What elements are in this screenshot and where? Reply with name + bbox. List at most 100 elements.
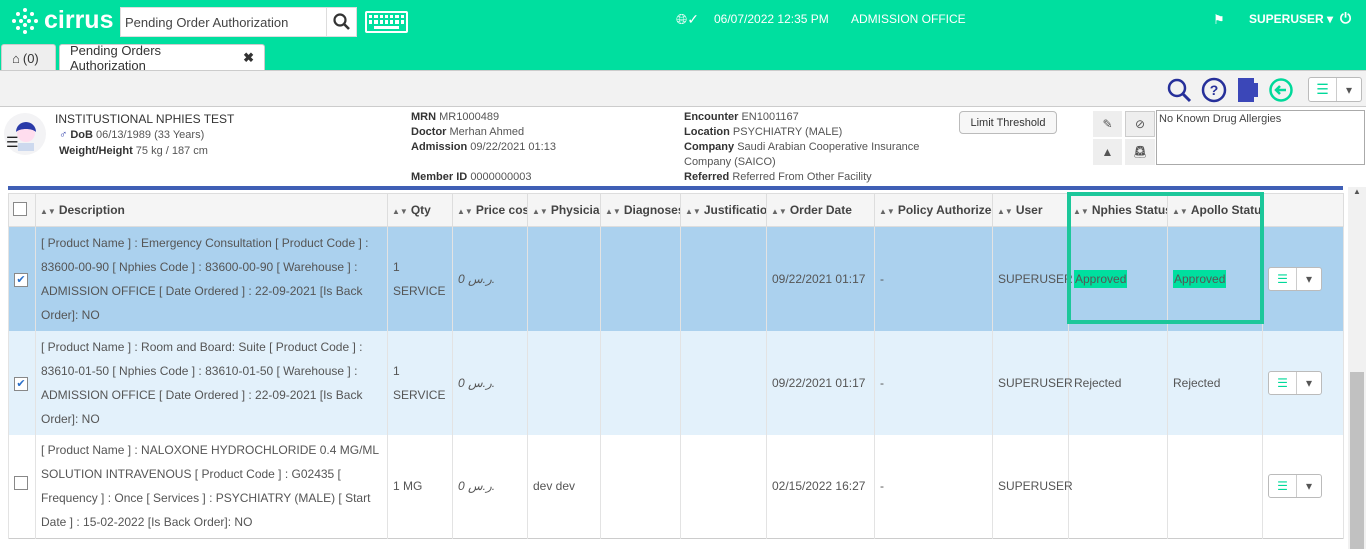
back-icon[interactable]	[1268, 77, 1294, 103]
column-label: Price cost	[475, 203, 528, 217]
admission-label: Admission	[411, 141, 468, 153]
scrollbar-thumb[interactable]	[1350, 372, 1364, 549]
scrollbar[interactable]: ▲	[1348, 187, 1366, 549]
column-header-user[interactable]: ▲▼ User	[992, 193, 1069, 227]
menu-icon[interactable]: ☰	[6, 135, 19, 150]
column-header-policy-authorized[interactable]: ▲▼ Policy Authorized	[874, 193, 993, 227]
toolbar: ? ☰ ▾	[0, 70, 1366, 107]
select-all[interactable]	[8, 193, 36, 227]
mrn-value: MR1000489	[439, 111, 500, 123]
sort-icon: ▲▼	[879, 207, 895, 216]
cell-physician: dev dev	[527, 434, 601, 539]
cell-policy: -	[874, 226, 993, 331]
help-icon[interactable]: ?	[1201, 77, 1227, 103]
top-bar: cirrus 🌐︎✓ 06/07/2022 12:35 PM ADMISSION…	[0, 0, 1366, 40]
warning-icon[interactable]: ▲	[1093, 139, 1122, 165]
patient-banner: ☰ INSTITUSTIONAL NPHIES TEST ♂ DoB 06/13…	[0, 107, 1366, 187]
cell-nphies	[1068, 434, 1168, 539]
column-label: Policy Authorized	[897, 203, 993, 217]
list-menu-button[interactable]: ☰ ▾	[1308, 77, 1362, 102]
cell-price: 0 ر.س.	[452, 434, 528, 539]
cell-order-date: 02/15/2022 16:27	[766, 434, 875, 539]
location-label: Location	[684, 126, 730, 138]
flag-icon[interactable]: ⚑	[1213, 12, 1225, 28]
tab-home-label: (0)	[22, 50, 39, 66]
list-icon: ☰	[1269, 475, 1297, 498]
cell-description: [ Product Name ] : Room and Board: Suite…	[35, 330, 388, 435]
tab-bar: ⌂ (0) Pending Orders Authorization ✖	[0, 40, 1366, 73]
allergies-box: No Known Drug Allergies	[1156, 110, 1365, 165]
column-header-description[interactable]: ▲▼ Description	[35, 193, 388, 227]
select-all-checkbox[interactable]	[13, 201, 27, 216]
cell-user: SUPERUSER	[992, 226, 1073, 331]
cell-user: SUPERUSER	[992, 330, 1073, 435]
close-icon[interactable]: ✖	[243, 50, 254, 66]
search-input[interactable]	[121, 8, 326, 36]
column-label: Qty	[410, 203, 431, 217]
sort-icon: ▲▼	[997, 207, 1013, 216]
cell-physician	[527, 226, 601, 331]
cell-apollo: Rejected	[1167, 330, 1263, 435]
caret-down-icon: ▾	[1305, 271, 1313, 286]
cell-justification	[680, 330, 767, 435]
svg-text:?: ?	[1210, 82, 1219, 98]
column-header-qty[interactable]: ▲▼ Qty	[387, 193, 453, 227]
cell-qty: 1 SERVICE	[387, 330, 453, 435]
section-divider	[8, 186, 1343, 190]
cell-order-date: 09/22/2021 01:17	[766, 226, 875, 331]
sort-icon: ▲▼	[605, 207, 621, 216]
cell-policy: -	[874, 434, 993, 539]
user-name: SUPERUSER	[1249, 12, 1324, 26]
tab-pending-orders[interactable]: Pending Orders Authorization ✖	[59, 43, 265, 73]
power-icon[interactable]: ⏻	[1340, 10, 1351, 27]
referred-label: Referred	[684, 171, 730, 183]
alarm-icon[interactable]: 🚨︎	[1125, 139, 1155, 165]
limit-threshold-button[interactable]: Limit Threshold	[959, 111, 1057, 134]
table-row[interactable]: ✔ [ Product Name ] : Room and Board: Suit…	[8, 330, 1344, 435]
ucaf-icon[interactable]	[1236, 77, 1262, 103]
user-menu[interactable]: SUPERUSER ▾	[1249, 12, 1333, 26]
column-header-diagnoses[interactable]: ▲▼ Diagnoses	[600, 193, 681, 227]
patient-name: INSTITUSTIONAL NPHIES TEST	[55, 112, 235, 126]
search-button[interactable]	[326, 8, 356, 36]
location: ADMISSION OFFICE	[851, 12, 966, 26]
tab-label: Pending Orders Authorization	[70, 43, 162, 73]
table-row[interactable]: [ Product Name ] : NALOXONE HYDROCHLORID…	[8, 434, 1344, 539]
caret-down-icon: ▾	[1345, 82, 1353, 97]
row-actions-button[interactable]: ☰ ▾	[1268, 474, 1322, 499]
row-checkbox[interactable]: ✔	[14, 376, 28, 391]
no-allergy-icon[interactable]: ⊘	[1125, 111, 1155, 137]
column-header-justification[interactable]: ▲▼Justification	[680, 193, 767, 227]
location-value: PSYCHIATRY (MALE)	[732, 126, 843, 138]
column-label: Diagnoses	[623, 203, 681, 217]
row-checkbox[interactable]	[14, 476, 28, 491]
home-icon: ⌂	[12, 50, 20, 66]
search-icon[interactable]	[1166, 77, 1192, 103]
caret-down-icon: ▾	[1305, 375, 1313, 390]
status-highlight-box	[1067, 192, 1264, 324]
column-header-price-cost[interactable]: ▲▼ Price cost	[452, 193, 528, 227]
sort-icon: ▲▼	[457, 207, 473, 216]
tab-home[interactable]: ⌂ (0)	[1, 44, 56, 71]
list-icon: ☰	[1269, 267, 1297, 290]
search-box	[120, 7, 357, 37]
globe-icon[interactable]: 🌐︎✓	[676, 11, 699, 28]
cell-justification	[680, 226, 767, 331]
doctor-value: Merhan Ahmed	[449, 126, 525, 138]
brand-name: cirrus	[44, 6, 114, 34]
row-actions-button[interactable]: ☰ ▾	[1268, 266, 1322, 291]
row-actions-button[interactable]: ☰ ▾	[1268, 370, 1322, 395]
column-header-physician[interactable]: ▲▼Physician	[527, 193, 601, 227]
scroll-up-icon[interactable]: ▲	[1353, 187, 1361, 196]
column-header-order-date[interactable]: ▲▼ Order Date	[766, 193, 875, 227]
sort-icon: ▲▼	[685, 207, 701, 216]
cell-diagnoses	[600, 434, 681, 539]
syringe-icon[interactable]: ✎	[1093, 111, 1122, 137]
keyboard-icon[interactable]	[365, 11, 408, 33]
cell-qty: 1 MG	[387, 434, 453, 539]
male-icon: ♂	[59, 129, 68, 141]
member-id-value: 0000000003	[470, 171, 532, 183]
datetime: 06/07/2022 12:35 PM	[714, 12, 829, 26]
row-checkbox[interactable]: ✔	[14, 272, 28, 287]
sort-icon: ▲▼	[40, 207, 56, 216]
